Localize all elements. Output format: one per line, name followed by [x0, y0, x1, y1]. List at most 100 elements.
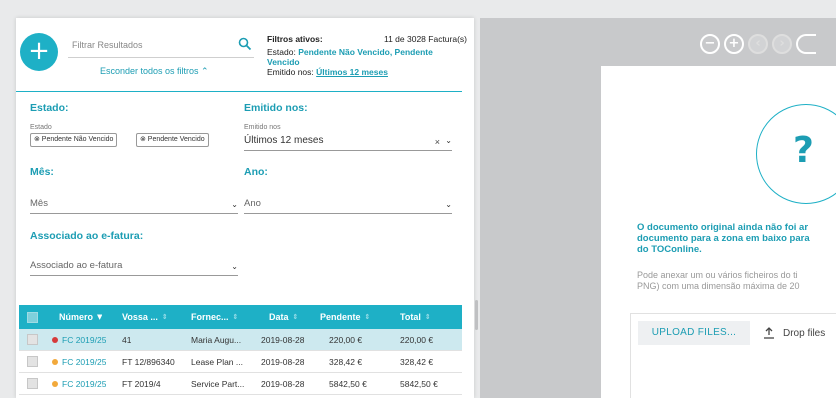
col-fornecedor[interactable]: Fornec... ⇕ — [191, 305, 238, 329]
drop-files-area[interactable]: Drop files — [763, 327, 825, 339]
ano-select[interactable]: Ano ⌄ — [244, 198, 452, 214]
row-fornecedor: Service Part... — [191, 378, 245, 389]
clear-icon[interactable]: × — [435, 137, 440, 147]
sort-icon: ⇕ — [364, 313, 371, 321]
estado-field-label: Estado — [30, 124, 52, 131]
row-pendente: 328,42 € — [329, 356, 363, 367]
zoom-in-button[interactable]: + — [724, 34, 744, 54]
mes-select[interactable]: Mês ⌄ — [30, 198, 238, 214]
upload-help-text: Pode anexar um ou vários ficheiros do ti… — [637, 270, 836, 292]
search-icon[interactable] — [238, 37, 252, 51]
col-vossa[interactable]: Vossa ... ⇕ — [122, 305, 168, 329]
row-numero[interactable]: FC 2019/25 — [52, 329, 106, 350]
ano-section-title: Ano: — [244, 166, 268, 178]
select-all-checkbox-cell — [27, 305, 38, 329]
table-row[interactable]: FC 2019/25 FT 2019/4 Service Part... 201… — [19, 373, 462, 395]
col-total[interactable]: Total ⇕ — [400, 305, 431, 329]
active-filters-title: Filtros ativos: — [267, 34, 323, 44]
row-data: 2019-08-28 — [261, 334, 305, 345]
estado-chip-vencido[interactable]: ⊗ Pendente Vencido — [136, 133, 209, 147]
col-data[interactable]: Data ⇕ — [269, 305, 298, 329]
row-total: 5842,50 € — [400, 378, 438, 389]
row-total: 220,00 € — [400, 334, 434, 345]
missing-document-message: O documento original ainda não foi ar do… — [637, 222, 836, 255]
app-root: + Esconder todos os filtros ⌃ Filtros at… — [0, 0, 836, 398]
active-estado-label: Estado: — [267, 47, 296, 57]
ano-placeholder: Ano — [244, 198, 261, 209]
question-mark-icon: ? — [793, 130, 814, 171]
select-all-checkbox[interactable] — [27, 311, 38, 323]
row-fornecedor: Lease Plan ... — [191, 356, 243, 367]
col-total-label: Total — [400, 312, 421, 322]
message-line: do TOConline. — [637, 244, 702, 255]
emitido-field-label: Emitido nos — [244, 124, 281, 131]
row-vossa: FT 2019/4 — [122, 378, 161, 389]
add-invoice-button[interactable]: + — [20, 33, 58, 71]
emitido-value: Últimos 12 meses — [244, 135, 324, 146]
chevron-down-icon: ⌄ — [445, 200, 452, 209]
filters-divider — [16, 91, 462, 92]
upload-files-button[interactable]: UPLOAD FILES... — [638, 321, 750, 345]
sort-icon: ⇕ — [161, 313, 168, 321]
col-pendente-label: Pendente — [320, 312, 361, 322]
drop-files-label: Drop files — [783, 327, 826, 339]
table-row[interactable]: FC 2019/25 FT 12/896340 Lease Plan ... 2… — [19, 351, 462, 373]
row-numero-link[interactable]: FC 2019/25 — [62, 357, 106, 367]
table-header: Número ▼ Vossa ... ⇕ Fornec... ⇕ Data ⇕ Pend… — [19, 305, 462, 329]
active-estado-value-1[interactable]: Pendente Não Vencido, Pendente — [298, 47, 433, 57]
search-input[interactable] — [68, 34, 228, 56]
status-dot-icon — [52, 380, 58, 387]
estado-chip-nao-vencido[interactable]: ⊗ Pendente Não Vencido — [30, 133, 118, 147]
row-data: 2019-08-28 — [261, 356, 305, 367]
emitido-section-title: Emitido nos: — [244, 102, 308, 114]
preview-toolbar: − + ‹ › — [700, 34, 816, 54]
row-checkbox-cell — [27, 329, 38, 350]
row-pendente: 220,00 € — [329, 334, 363, 345]
status-dot-icon — [52, 358, 58, 365]
efatura-select[interactable]: Associado ao e-fatura ⌄ — [30, 260, 238, 276]
message-line: documento para a zona em baixo para — [637, 233, 810, 244]
col-fornecedor-label: Fornec... — [191, 312, 229, 322]
col-data-label: Data — [269, 312, 289, 322]
table-row[interactable]: FC 2019/25 41 Maria Augu... 2019-08-28 2… — [19, 329, 462, 351]
active-emitido-value[interactable]: Últimos 12 meses — [316, 67, 388, 77]
zoom-out-button[interactable]: − — [700, 34, 720, 54]
col-numero[interactable]: Número ▼ — [59, 305, 102, 329]
chevron-down-icon: ⌄ — [445, 136, 452, 145]
chevron-down-icon: ⌄ — [231, 200, 238, 209]
col-pendente[interactable]: Pendente ⇕ — [320, 305, 370, 329]
row-data: 2019-08-28 — [261, 378, 305, 389]
sort-desc-icon: ▼ — [97, 313, 103, 321]
row-checkbox-cell — [27, 351, 38, 372]
sort-icon: ⇕ — [232, 313, 239, 321]
row-checkbox[interactable] — [27, 378, 38, 389]
row-vossa: 41 — [122, 334, 132, 345]
row-numero-link[interactable]: FC 2019/25 — [62, 335, 106, 345]
efatura-section-title: Associado ao e-fatura: — [30, 230, 144, 242]
panel-resize-handle[interactable] — [475, 300, 478, 330]
invoices-table: Número ▼ Vossa ... ⇕ Fornec... ⇕ Data ⇕ Pend… — [19, 305, 462, 395]
help-line: PNG) com uma dimensão máxima de 20 — [637, 281, 800, 291]
sort-icon: ⇕ — [292, 313, 299, 321]
previous-page-button[interactable]: ‹ — [748, 34, 768, 54]
active-estado-value-2[interactable]: Vencido — [267, 57, 300, 67]
col-vossa-label: Vossa ... — [122, 312, 158, 322]
results-count: 11 de 3028 Factura(s) — [384, 34, 467, 44]
hide-filters-link[interactable]: Esconder todos os filtros ⌃ — [100, 66, 209, 77]
chevron-down-icon: ⌄ — [231, 262, 238, 271]
row-numero-link[interactable]: FC 2019/25 — [62, 379, 106, 389]
next-page-button[interactable]: › — [772, 34, 792, 54]
row-fornecedor: Maria Augu... — [191, 334, 242, 345]
active-filter-estado: Estado: Pendente Não Vencido, Pendente V… — [267, 47, 467, 77]
toolbar-extra-button[interactable] — [796, 34, 816, 54]
row-numero[interactable]: FC 2019/25 — [52, 373, 106, 394]
row-total: 328,42 € — [400, 356, 434, 367]
row-numero[interactable]: FC 2019/25 — [52, 351, 106, 372]
row-checkbox[interactable] — [27, 356, 38, 367]
row-checkbox[interactable] — [27, 334, 38, 345]
mes-section-title: Mês: — [30, 166, 54, 178]
row-checkbox-cell — [27, 373, 38, 394]
emitido-select[interactable]: Últimos 12 meses × ⌄ — [244, 135, 452, 151]
active-emitido-label: Emitido nos: — [267, 67, 314, 77]
sort-icon: ⇕ — [424, 313, 431, 321]
